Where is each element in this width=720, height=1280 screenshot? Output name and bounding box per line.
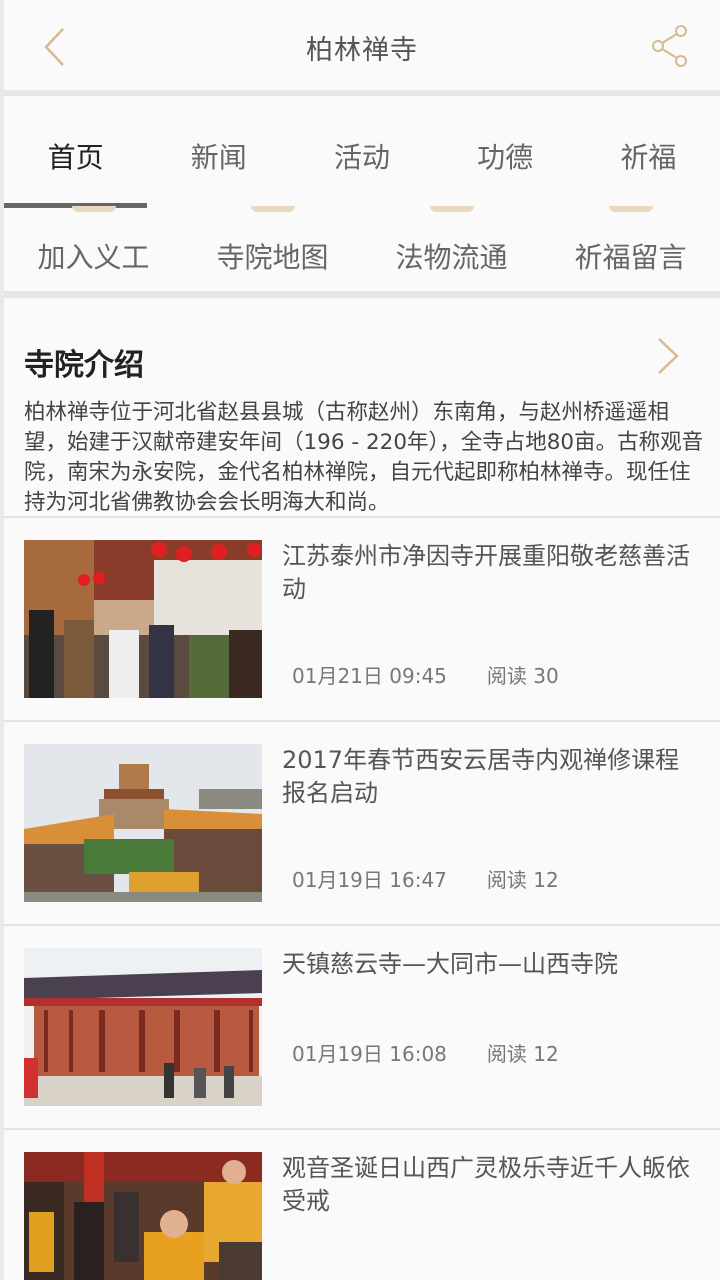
tab-bar: 首页 新闻 活动 功德 祈福 [4,102,720,208]
news-date: 01月21日 09:45 [292,664,447,688]
app-screen: 柏林禅寺 首页 新闻 活动 功德 祈福 加入义工 寺院地图 法物流通 祈福留言 … [4,0,720,1280]
news-read-count: 阅读 12 [486,1042,559,1066]
section-heading: 寺院介绍 [24,348,144,383]
news-meta: 01月21日 09:45 阅读 30 [292,660,559,689]
news-thumbnail [24,948,262,1106]
news-date: 01月19日 16:08 [292,1042,447,1066]
news-item[interactable]: 天镇慈云寺—大同市—山西寺院 01月19日 16:08 阅读 12 [4,924,720,1128]
news-item[interactable]: 观音圣诞日山西广灵极乐寺近千人皈依受戒 [4,1128,720,1280]
news-title: 观音圣诞日山西广灵极乐寺近千人皈依受戒 [282,1154,690,1215]
quick-link-label: 祈福留言 [574,241,687,274]
tab-merit[interactable]: 功德 [434,102,577,208]
quick-link-dharma-items[interactable]: 法物流通 [362,206,541,291]
news-read-count: 阅读 12 [486,868,559,892]
news-date: 01月19日 16:47 [292,868,447,892]
quick-link-label: 寺院地图 [216,241,329,274]
news-meta: 01月19日 16:08 阅读 12 [292,1038,559,1067]
quick-link-icon [250,206,295,212]
news-title: 江苏泰州市净因寺开展重阳敬老慈善活动 [282,542,690,603]
quick-link-label: 法物流通 [395,241,508,274]
title-bar: 柏林禅寺 [4,0,720,96]
share-button[interactable] [650,24,690,68]
news-thumbnail [24,1152,262,1280]
quick-link-temple-map[interactable]: 寺院地图 [183,206,362,291]
news-item[interactable]: 江苏泰州市净因寺开展重阳敬老慈善活动 01月21日 09:45 阅读 30 [4,516,720,720]
quick-link-prayer-message[interactable]: 祈福留言 [541,206,720,291]
quick-link-icon [71,206,116,212]
news-read-count: 阅读 30 [486,664,559,688]
tab-news[interactable]: 新闻 [147,102,290,208]
news-thumbnail [24,744,262,902]
quick-links: 加入义工 寺院地图 法物流通 祈福留言 [4,206,720,298]
news-title: 天镇慈云寺—大同市—山西寺院 [282,950,618,978]
page-title: 柏林禅寺 [306,35,418,66]
tab-blessing[interactable]: 祈福 [577,102,720,208]
chevron-right-icon[interactable] [656,336,680,376]
intro-text: 柏林禅寺位于河北省赵县县城（古称赵州）东南角，与赵州桥遥遥相望，始建于汉献帝建安… [24,400,704,515]
news-item[interactable]: 2017年春节西安云居寺内观禅修课程报名启动 01月19日 16:47 阅读 1… [4,720,720,924]
news-thumbnail [24,540,262,698]
share-icon [652,25,687,67]
news-meta: 01月19日 16:47 阅读 12 [292,864,559,893]
quick-link-icon [608,206,653,212]
news-title: 2017年春节西安云居寺内观禅修课程报名启动 [282,746,680,807]
quick-link-label: 加入义工 [37,241,150,274]
tab-activities[interactable]: 活动 [290,102,433,208]
temple-intro-section[interactable]: 寺院介绍 柏林禅寺位于河北省赵县县城（古称赵州）东南角，与赵州桥遥遥相望，始建于… [4,306,720,516]
quick-link-volunteer[interactable]: 加入义工 [4,206,183,291]
tab-home[interactable]: 首页 [4,102,148,208]
quick-link-icon [429,206,474,212]
